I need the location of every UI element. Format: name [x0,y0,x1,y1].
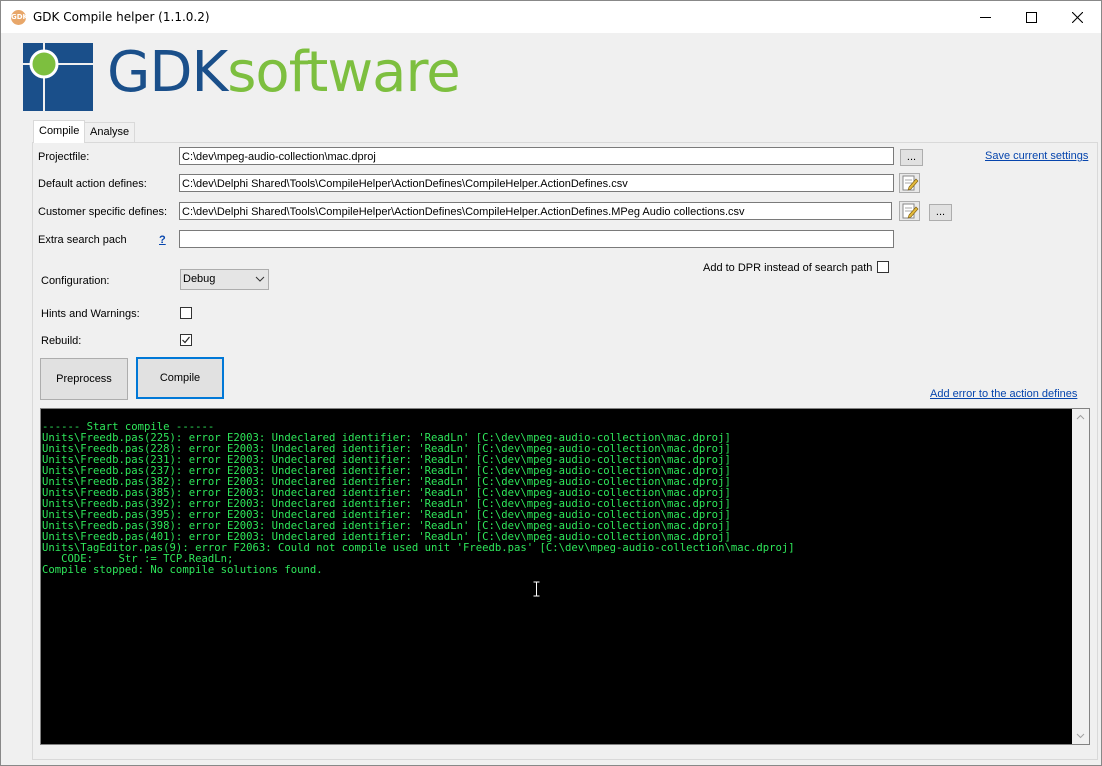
close-button[interactable] [1054,1,1100,33]
configuration-label: Configuration: [41,275,110,287]
window-title: GDK Compile helper (1.1.0.2) [33,10,210,24]
customer-defines-label: Customer specific defines: [38,206,167,218]
title-bar: GDK GDK Compile helper (1.1.0.2) [1,1,1101,33]
customer-defines-browse-button[interactable]: ... [929,204,952,221]
configuration-value: Debug [183,273,216,285]
console-scrollbar[interactable] [1072,409,1089,744]
scroll-up-icon[interactable] [1076,414,1085,420]
extra-search-label: Extra search pach [38,234,127,246]
default-defines-input[interactable]: C:\dev\Delphi Shared\Tools\CompileHelper… [179,174,894,192]
logo-software-text: software [227,40,460,105]
projectfile-label: Projectfile: [38,151,90,163]
customer-defines-input[interactable]: C:\dev\Delphi Shared\Tools\CompileHelper… [179,202,892,220]
customer-defines-edit-button[interactable] [899,201,920,221]
maximize-button[interactable] [1008,1,1054,33]
projectfile-browse-button[interactable]: ... [900,149,923,166]
edit-document-icon [902,175,919,191]
text-cursor-icon [533,581,540,597]
default-defines-label: Default action defines: [38,178,147,190]
save-settings-link[interactable]: Save current settings [985,150,1088,162]
gdk-logo-mark-icon [23,43,93,111]
rebuild-checkbox[interactable] [180,334,192,346]
compile-output-console[interactable]: ------ Start compile ------ Units\Freedb.… [40,408,1090,745]
app-window: GDK GDK Compile helper (1.1.0.2) GDKsoft… [0,0,1102,766]
default-defines-edit-button[interactable] [899,173,920,193]
edit-document-icon [902,203,919,219]
extra-search-input[interactable] [179,230,894,248]
rebuild-label: Rebuild: [41,335,82,347]
add-error-link[interactable]: Add error to the action defines [930,388,1077,400]
logo-gdk-text: GDK [107,40,228,105]
minimize-icon [979,16,991,18]
checkmark-icon [182,336,190,344]
scroll-down-icon[interactable] [1076,733,1085,739]
gdk-software-logo: GDKsoftware [23,40,493,115]
console-line: Compile stopped: No compile solutions fo… [42,564,323,576]
add-to-dpr-checkbox[interactable] [877,261,889,273]
logo-wordmark: GDKsoftware [107,37,461,109]
hints-checkbox[interactable] [180,307,192,319]
configuration-select[interactable]: Debug [180,269,269,290]
minimize-button[interactable] [962,1,1008,33]
chevron-down-icon [255,276,265,282]
compile-button[interactable]: Compile [136,357,224,399]
tab-compile[interactable]: Compile [33,120,86,143]
console-output-text: ------ Start compile ------ Units\Freedb.… [42,422,795,576]
extra-search-help-link[interactable]: ? [159,234,166,246]
add-to-dpr-label: Add to DPR instead of search path [703,262,873,274]
close-icon [1071,11,1083,23]
preprocess-button[interactable]: Preprocess [40,358,128,400]
app-icon: GDK [11,10,28,25]
tab-analyse[interactable]: Analyse [84,122,136,142]
projectfile-input[interactable]: C:\dev\mpeg-audio-collection\mac.dproj [179,147,894,165]
hints-label: Hints and Warnings: [41,308,140,320]
maximize-icon [1025,11,1037,23]
